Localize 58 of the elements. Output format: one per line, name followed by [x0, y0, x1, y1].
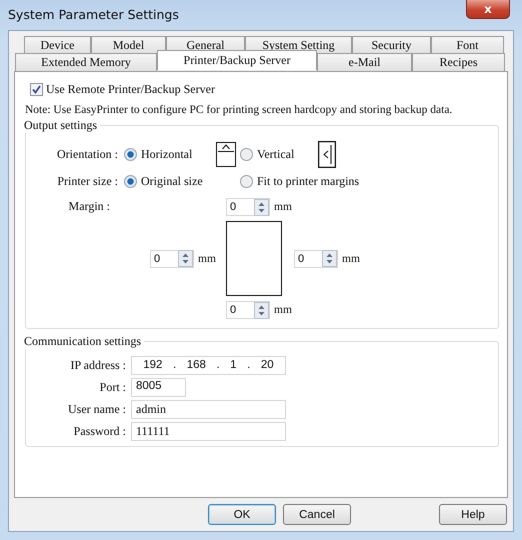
group-title: Communication settings	[24, 334, 144, 349]
port-field[interactable]: 8005	[131, 378, 186, 396]
unit-label: mm	[198, 252, 216, 264]
group-title: Output settings	[24, 118, 100, 133]
radio-label: Original size	[141, 174, 203, 188]
number-field[interactable]: 0	[226, 198, 270, 216]
number-field[interactable]: 0	[150, 250, 194, 268]
radio-label: Fit to printer margins	[257, 174, 360, 188]
field-label: Margin :	[68, 199, 110, 214]
dialog-button[interactable]: OK	[208, 504, 276, 525]
radio-button[interactable]	[124, 148, 137, 160]
spin-arrows-icon[interactable]	[254, 302, 269, 318]
tab[interactable]: Printer/Backup Server	[157, 50, 317, 70]
tab[interactable]: Security	[352, 36, 431, 53]
radio-button[interactable]	[240, 174, 253, 188]
ip-address-field[interactable]: 192 . 168 . 1 . 20	[131, 356, 286, 374]
help-button[interactable]: Help	[439, 504, 507, 525]
note-text: Note: Use EasyPrinter to configure PC for printing screen hardcopy and storing backup data.	[25, 104, 454, 116]
field-label: User name :	[67, 402, 126, 416]
field-label: Printer size :	[56, 174, 118, 188]
ip-separator: .	[247, 359, 250, 371]
radio-button[interactable]	[124, 174, 137, 188]
ip-separator: .	[172, 359, 176, 371]
ip-octet[interactable]: 168	[186, 359, 206, 371]
field-label: Password :	[72, 424, 126, 438]
close-button[interactable]: x	[466, 0, 510, 19]
tab[interactable]: Extended Memory	[15, 53, 157, 71]
tab[interactable]: Recipes	[412, 53, 505, 71]
checkbox-label: Use Remote Printer/Backup Server	[46, 82, 215, 97]
tab[interactable]: Font	[431, 36, 504, 53]
user-name-field[interactable]: admin	[131, 400, 286, 418]
radio-button[interactable]	[240, 148, 253, 160]
radio-label: Horizontal	[141, 146, 192, 162]
ip-octet[interactable]: 20	[260, 359, 274, 371]
radio-label: Vertical	[257, 146, 294, 162]
tab[interactable]: e-Mail	[317, 53, 412, 71]
unit-label: mm	[274, 304, 292, 316]
checkbox[interactable]	[30, 83, 43, 96]
ip-separator: .	[216, 359, 220, 371]
ip-octet[interactable]: 1	[230, 359, 237, 371]
spin-arrows-icon[interactable]	[254, 198, 269, 216]
field-label: IP address :	[69, 358, 126, 372]
dialog-button[interactable]: Cancel	[283, 504, 351, 525]
number-field[interactable]: 0	[226, 301, 270, 319]
field-label: Port :	[98, 380, 126, 394]
field-label: Orientation :	[56, 146, 118, 162]
window-title: System Parameter Settings	[8, 6, 179, 22]
page-orientation-icon	[216, 142, 236, 166]
unit-label: mm	[342, 252, 360, 264]
number-field[interactable]: 0	[294, 250, 338, 268]
tab[interactable]: Device	[24, 36, 91, 53]
password-field[interactable]: 111111	[131, 422, 286, 440]
unit-label: mm	[274, 201, 292, 213]
ip-octet[interactable]: 192	[143, 359, 162, 371]
page-orientation-icon	[318, 140, 336, 168]
spin-arrows-icon[interactable]	[322, 250, 337, 267]
tab[interactable]: Model	[91, 36, 166, 53]
spin-arrows-icon[interactable]	[178, 250, 193, 267]
